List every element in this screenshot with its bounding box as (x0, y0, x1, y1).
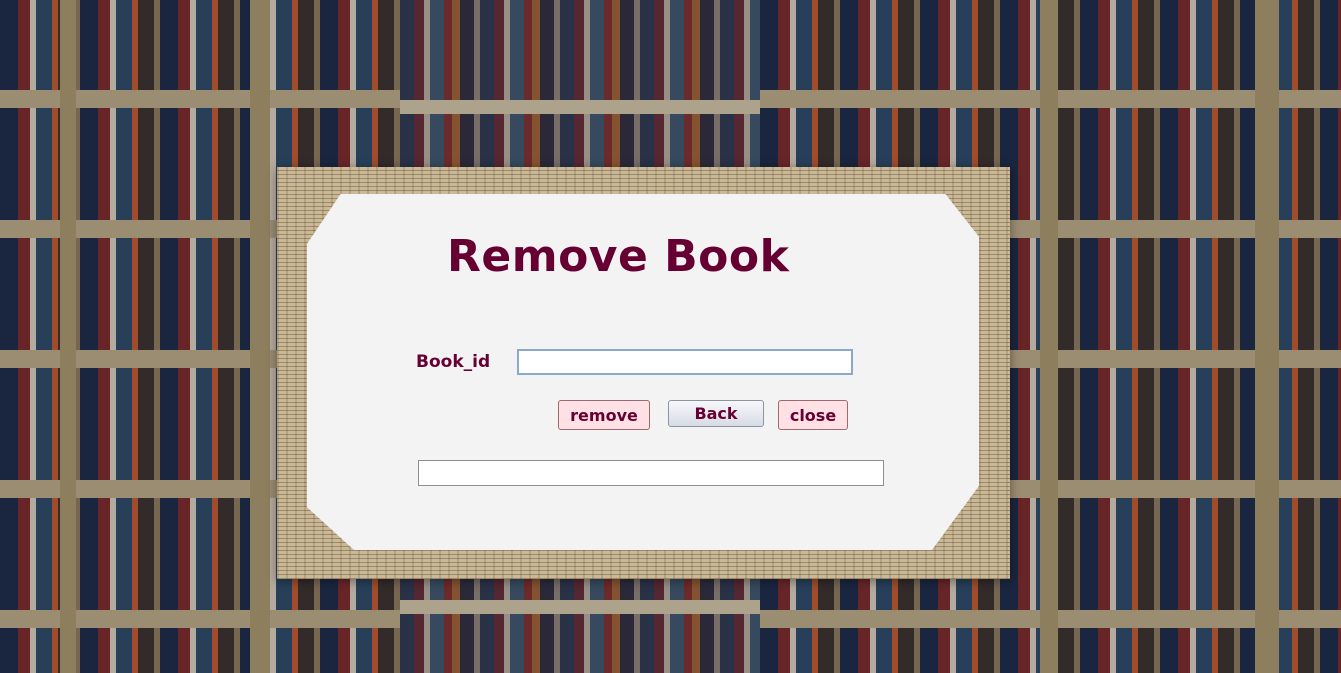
book-id-input[interactable] (517, 349, 853, 375)
book-id-label: Book_id (416, 352, 491, 372)
remove-book-dialog: Remove Book Book_id remove Back close (277, 167, 1010, 579)
page-title: Remove Book (447, 231, 790, 282)
close-button[interactable]: close (778, 400, 848, 430)
status-field[interactable] (418, 460, 884, 486)
remove-button[interactable]: remove (558, 400, 650, 430)
back-button[interactable]: Back (668, 400, 764, 427)
